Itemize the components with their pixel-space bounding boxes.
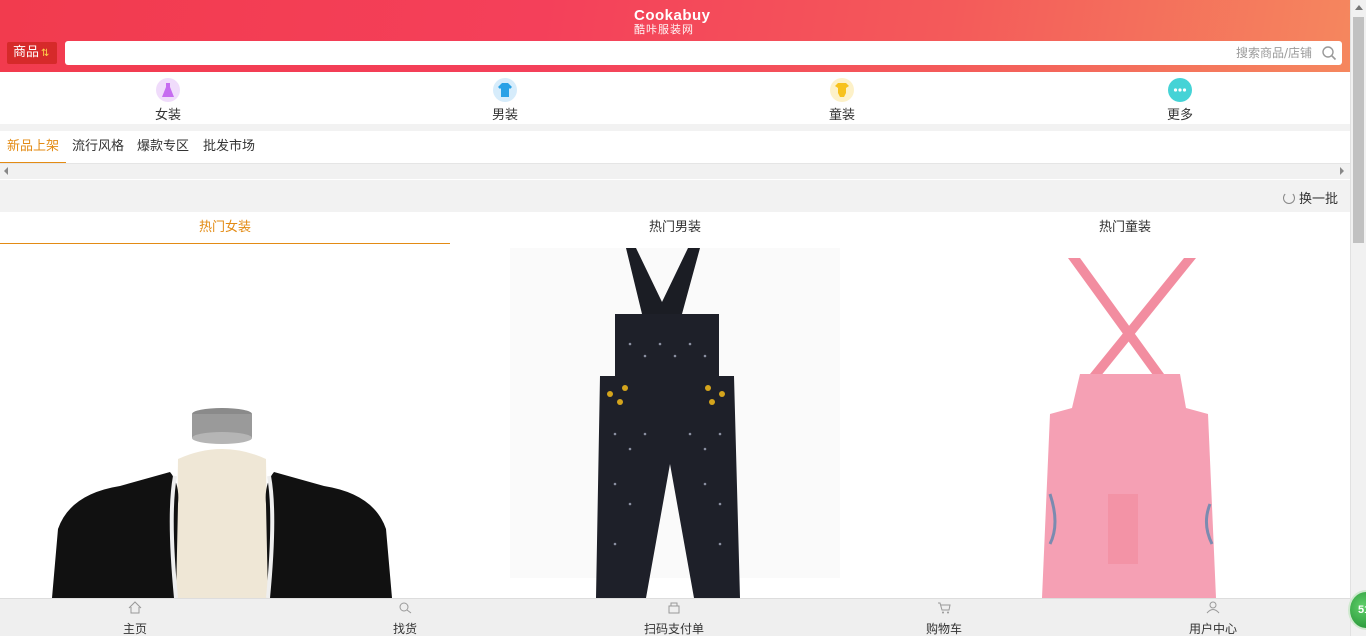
section-divider bbox=[0, 124, 1350, 131]
product-card[interactable] bbox=[900, 244, 1350, 598]
nav-label: 购物车 bbox=[925, 622, 962, 636]
category-row: 女装 男装 童装 更多 bbox=[0, 72, 1350, 124]
refresh-label: 换一批 bbox=[1298, 192, 1338, 207]
category-label: 更多 bbox=[1166, 108, 1193, 123]
search-box[interactable] bbox=[65, 41, 1342, 65]
nav-label: 找货 bbox=[392, 622, 417, 636]
tab-new-arrivals[interactable]: 新品上架 bbox=[0, 131, 67, 163]
nav-cart[interactable]: 购物车 bbox=[894, 601, 994, 636]
horizontal-scrollbar[interactable] bbox=[0, 163, 1350, 179]
product-image-overalls-dark[interactable] bbox=[450, 244, 900, 598]
scroll-left-arrow-icon[interactable] bbox=[4, 167, 8, 175]
hot-category-tabs: 热门女装 热门男装 热门童装 bbox=[0, 212, 1350, 244]
tab-hot-women[interactable]: 热门女装 bbox=[0, 212, 450, 244]
nav-label: 用户中心 bbox=[1188, 622, 1237, 636]
category-label: 女装 bbox=[154, 108, 181, 123]
product-grid bbox=[0, 244, 1350, 598]
category-label: 男装 bbox=[491, 108, 518, 123]
dress-icon bbox=[156, 78, 180, 102]
header-banner: Cookabuy 酷咔服装网 商品 ⇅ bbox=[0, 0, 1350, 72]
category-kids[interactable]: 童装 bbox=[812, 78, 872, 123]
bottom-navigation: 主页 找货 扫码支付单 购物车 用户中心 bbox=[0, 598, 1350, 636]
more-icon bbox=[1168, 78, 1192, 102]
sort-arrows-icon: ⇅ bbox=[41, 48, 50, 59]
tab-hot-men[interactable]: 热门男装 bbox=[450, 212, 900, 244]
vertical-scrollbar[interactable] bbox=[1350, 0, 1366, 636]
tab-hot-kids[interactable]: 热门童装 bbox=[900, 212, 1350, 244]
site-logo[interactable]: Cookabuy 酷咔服装网 bbox=[634, 8, 724, 38]
logo-sub-text: 酷咔服装网 bbox=[634, 23, 694, 36]
content-tabs: 新品上架 流行风格 爆款专区 批发市场 bbox=[0, 131, 1350, 163]
nav-label: 扫码支付单 bbox=[643, 622, 704, 636]
product-image-jacket[interactable] bbox=[0, 244, 450, 598]
nav-label: 主页 bbox=[122, 622, 147, 636]
refresh-icon bbox=[1282, 191, 1295, 204]
baby-clothes-icon bbox=[830, 78, 854, 102]
product-card[interactable] bbox=[450, 244, 900, 598]
find-icon bbox=[399, 602, 412, 614]
tab-wholesale-market[interactable]: 批发市场 bbox=[196, 131, 262, 163]
product-card[interactable] bbox=[0, 244, 450, 598]
shirt-icon bbox=[493, 78, 517, 102]
product-image-overalls-pink[interactable] bbox=[900, 244, 1350, 598]
category-women[interactable]: 女装 bbox=[138, 78, 198, 123]
nav-find[interactable]: 找货 bbox=[355, 601, 455, 636]
scroll-up-arrow-icon[interactable] bbox=[1355, 5, 1363, 10]
search-category-label: 商品 bbox=[13, 45, 40, 60]
scroll-right-arrow-icon[interactable] bbox=[1340, 167, 1344, 175]
nav-home[interactable]: 主页 bbox=[85, 601, 185, 636]
search-input[interactable] bbox=[65, 41, 1342, 65]
scrollbar-thumb[interactable] bbox=[1353, 17, 1364, 243]
scan-pay-icon bbox=[668, 602, 680, 614]
nav-scan-pay[interactable]: 扫码支付单 bbox=[624, 601, 724, 636]
search-category-select[interactable]: 商品 ⇅ bbox=[7, 42, 57, 64]
nav-user-center[interactable]: 用户中心 bbox=[1163, 601, 1263, 636]
tab-hot-items[interactable]: 爆款专区 bbox=[130, 131, 196, 163]
logo-main-text: Cookabuy bbox=[634, 7, 711, 24]
user-icon bbox=[1206, 601, 1220, 614]
search-icon[interactable] bbox=[1321, 45, 1337, 61]
tab-trending-styles[interactable]: 流行风格 bbox=[65, 131, 131, 163]
category-more[interactable]: 更多 bbox=[1150, 78, 1210, 123]
refresh-button[interactable]: 换一批 bbox=[1282, 188, 1338, 207]
home-icon bbox=[128, 601, 142, 614]
refresh-bar: 换一批 bbox=[0, 180, 1350, 212]
cart-icon bbox=[938, 602, 951, 614]
category-label: 童装 bbox=[828, 108, 855, 123]
category-men[interactable]: 男装 bbox=[475, 78, 535, 123]
